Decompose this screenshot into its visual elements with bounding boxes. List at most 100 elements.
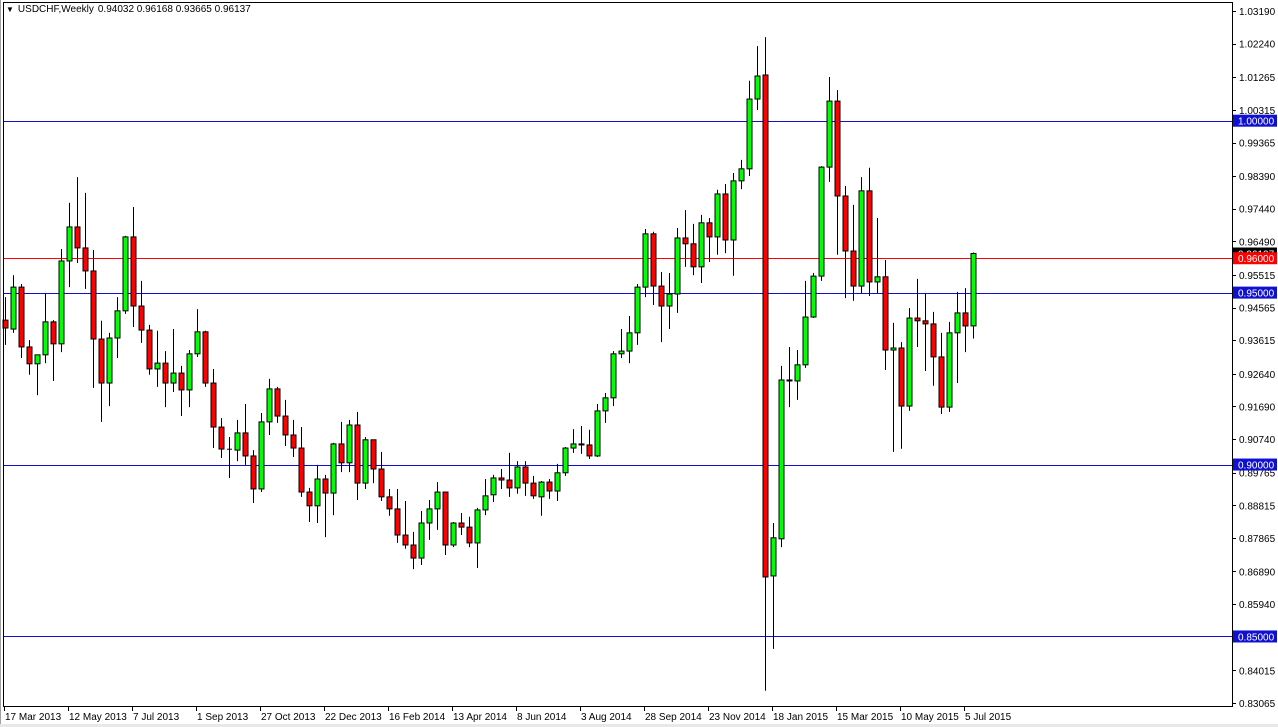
- candle-body: [699, 223, 704, 267]
- candle-body: [667, 294, 672, 306]
- candle: [19, 284, 24, 358]
- candle-body: [963, 313, 968, 326]
- candle-body: [587, 445, 592, 456]
- candle-body: [467, 527, 472, 543]
- candle-body: [715, 194, 720, 237]
- candle-body: [659, 286, 664, 306]
- y-tick-label: 0.84015: [1239, 666, 1276, 677]
- candle-body: [603, 398, 608, 411]
- candle-body: [539, 482, 544, 497]
- y-tick-label: 1.03190: [1239, 7, 1276, 18]
- candle-body: [499, 478, 504, 480]
- y-tick-label: 0.87865: [1239, 534, 1276, 545]
- candle: [363, 437, 368, 489]
- candle-body: [483, 496, 488, 510]
- y-tick-label: 0.95515: [1239, 271, 1276, 282]
- candle-body: [651, 234, 656, 286]
- candle-body: [131, 237, 136, 306]
- candle-body: [635, 287, 640, 333]
- candle-body: [627, 333, 632, 351]
- candle-body: [291, 435, 296, 448]
- candle-body: [531, 483, 536, 496]
- y-tick-label: 0.99365: [1239, 139, 1276, 150]
- candle: [859, 177, 864, 293]
- y-tick-label: 0.90740: [1239, 435, 1276, 446]
- candle-body: [907, 318, 912, 406]
- y-tick-label: 1.02240: [1239, 40, 1276, 51]
- candle-body: [219, 427, 224, 449]
- candle-body: [507, 480, 512, 488]
- candle-body: [171, 373, 176, 383]
- candle-body: [811, 276, 816, 317]
- y-tick-label: 0.92640: [1239, 370, 1276, 381]
- hline-price-label: 0.96000: [1238, 254, 1275, 265]
- candle-body: [91, 271, 96, 339]
- y-tick-label: 0.96490: [1239, 237, 1276, 248]
- candle: [819, 166, 824, 281]
- candle-body: [163, 363, 168, 383]
- x-tick-label: 7 Jul 2013: [133, 712, 180, 723]
- y-tick-label: 1.01265: [1239, 73, 1276, 84]
- candle: [595, 404, 600, 457]
- candle-body: [147, 330, 152, 369]
- candle: [611, 351, 616, 406]
- candle-body: [323, 479, 328, 493]
- candle-body: [19, 287, 24, 347]
- candle-body: [819, 167, 824, 276]
- candle-body: [107, 338, 112, 383]
- candle-body: [731, 181, 736, 240]
- candle: [147, 325, 152, 375]
- hline-price-label: 0.95000: [1238, 289, 1275, 300]
- candle-body: [475, 510, 480, 543]
- candle-body: [955, 313, 960, 333]
- y-tick-label: 0.88815: [1239, 501, 1276, 512]
- candle-body: [259, 422, 264, 489]
- candle-body: [851, 251, 856, 286]
- candle: [779, 366, 784, 547]
- ohlc-values: 0.94032 0.96168 0.93665 0.96137: [98, 4, 251, 15]
- x-tick-label: 22 Dec 2013: [325, 712, 382, 723]
- candle-body: [795, 365, 800, 381]
- y-tick-label: 0.91690: [1239, 402, 1276, 413]
- candle-body: [99, 339, 104, 383]
- candle-body: [595, 411, 600, 456]
- candle-body: [419, 523, 424, 558]
- candle-body: [931, 324, 936, 357]
- x-tick-label: 28 Sep 2014: [645, 712, 702, 723]
- price-chart[interactable]: 1.031901.022401.012651.003150.993650.983…: [0, 0, 1278, 727]
- dropdown-triangle-icon[interactable]: ▼: [6, 5, 14, 14]
- candle: [59, 249, 64, 352]
- candle: [971, 252, 976, 338]
- y-tick-label: 0.83065: [1239, 699, 1276, 710]
- candle: [123, 236, 128, 314]
- candle-body: [859, 191, 864, 286]
- candle-body: [835, 101, 840, 196]
- candle-body: [139, 306, 144, 330]
- candle: [907, 308, 912, 411]
- symbol-timeframe: USDCHF,Weekly: [18, 4, 94, 15]
- candle-body: [515, 467, 520, 488]
- y-tick-label: 0.94565: [1239, 304, 1276, 315]
- candle-body: [523, 467, 528, 483]
- candle-body: [867, 191, 872, 282]
- candle-body: [155, 363, 160, 369]
- candle-body: [723, 194, 728, 240]
- candle-body: [51, 322, 56, 344]
- hline-price-label: 1.00000: [1238, 117, 1275, 128]
- candle-body: [211, 383, 216, 427]
- y-tick-label: 0.97440: [1239, 205, 1276, 216]
- candle-body: [947, 333, 952, 407]
- candle-body: [75, 227, 80, 248]
- x-tick-label: 13 Apr 2014: [453, 712, 507, 723]
- candle-body: [763, 75, 768, 577]
- chart-header: ▼ USDCHF,Weekly 0.94032 0.96168 0.93665 …: [6, 4, 251, 15]
- candle-body: [243, 433, 248, 456]
- candle-body: [827, 101, 832, 167]
- candle: [563, 447, 568, 476]
- candle-body: [547, 482, 552, 491]
- hline-price-label: 0.90000: [1238, 461, 1275, 472]
- candle-body: [555, 473, 560, 491]
- x-tick-label: 23 Nov 2014: [709, 712, 766, 723]
- candle-body: [571, 444, 576, 448]
- candle-body: [883, 277, 888, 350]
